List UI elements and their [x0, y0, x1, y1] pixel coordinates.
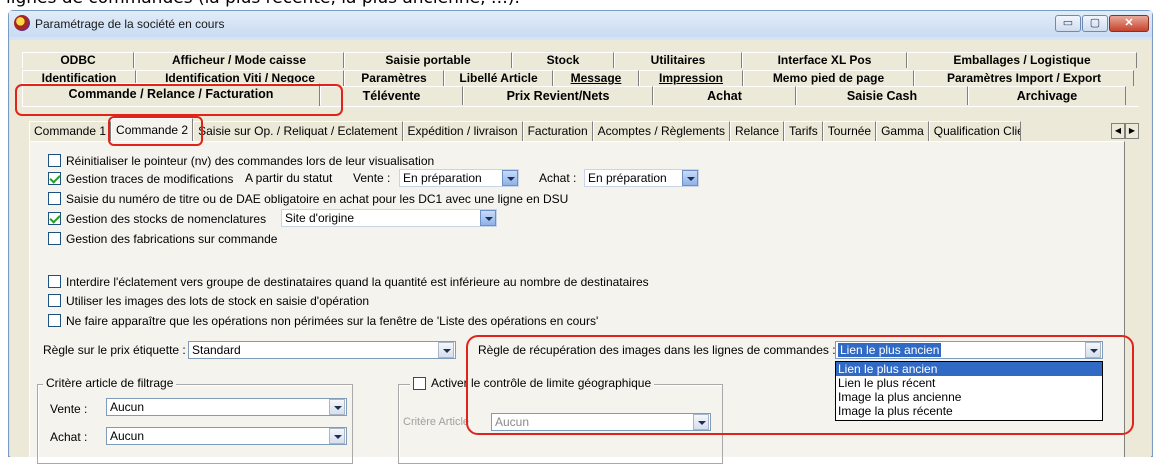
tab-acomptes[interactable]: Acomptes / Règlements [592, 121, 731, 141]
filtrage-vente-combo[interactable]: Aucun [106, 398, 347, 416]
minimize-button[interactable]: ▭ [1055, 15, 1081, 32]
tab-archivage[interactable]: Archivage [968, 86, 1126, 105]
gestion-traces-label: Gestion traces de modifications [66, 171, 234, 186]
tab-message[interactable]: Message [553, 70, 639, 86]
limite-geo-checkbox[interactable] [413, 376, 426, 390]
tab-impression[interactable]: Impression [639, 70, 743, 86]
critere-article-label: Critère Article [403, 416, 470, 428]
highlight-recuperation-images [466, 335, 1134, 435]
stocks-nomenclatures-label: Gestion des stocks de nomenclatures [66, 211, 267, 226]
tab-emballages[interactable]: Emballages / Logistique [907, 52, 1137, 68]
filtrage-vente-label: Vente : [50, 402, 88, 416]
tab-parametres[interactable]: Paramètres [344, 70, 444, 86]
interdire-eclatement-label: Interdire l'éclatement vers groupe de de… [66, 274, 649, 289]
app-logo-icon [14, 15, 30, 31]
top-caption: lignes de commandes (la plus récente, la… [6, 0, 906, 8]
operations-non-perimees-label: Ne faire apparaître que les opérations n… [66, 313, 599, 328]
vente-statut-label: Vente : [353, 171, 391, 185]
gestion-traces-row[interactable]: Gestion traces de modifications [48, 171, 233, 186]
tab-parametres-import-export[interactable]: Paramètres Import / Export [914, 70, 1134, 86]
vente-statut-dropdown-icon[interactable] [502, 170, 518, 186]
tab-saisie-op[interactable]: Saisie sur Op. / Reliquat / Eclatement [193, 121, 403, 141]
a-partir-statut-label: A partir du statut [245, 171, 333, 185]
tab-prix-revient[interactable]: Prix Revient/Nets [463, 86, 653, 105]
stocks-nomenclatures-row[interactable]: Gestion des stocks de nomenclatures [48, 211, 266, 226]
tab-libelle-article[interactable]: Libellé Article [444, 70, 553, 86]
filtrage-vente-dropdown-icon[interactable] [329, 399, 345, 415]
saisie-titre-checkbox[interactable] [48, 192, 61, 205]
gestion-traces-checkbox[interactable] [48, 172, 61, 185]
tab-expedition[interactable]: Expédition / livraison [402, 121, 523, 141]
tab-odbc[interactable]: ODBC [22, 52, 134, 68]
images-lots-label: Utiliser les images des lots de stock en… [66, 293, 370, 308]
operations-non-perimees-row[interactable]: Ne faire apparaître que les opérations n… [48, 313, 598, 328]
images-lots-checkbox[interactable] [48, 294, 61, 307]
tab-stock[interactable]: Stock [512, 52, 614, 68]
fabrications-label: Gestion des fabrications sur commande [66, 231, 278, 246]
tab-scroll-arrows: ◀ ▶ [1111, 123, 1139, 139]
operations-non-perimees-checkbox[interactable] [48, 314, 61, 327]
prix-etiquette-label: Règle sur le prix étiquette : [43, 343, 186, 357]
tab-gamma[interactable]: Gamma [876, 121, 929, 141]
vente-statut-combo[interactable]: En préparation [399, 169, 519, 187]
achat-statut-dropdown-icon[interactable] [682, 170, 698, 186]
tab-relance[interactable]: Relance [730, 121, 785, 141]
filtrage-achat-label: Achat : [50, 430, 88, 444]
window-title: Paramétrage de la société en cours [35, 17, 225, 31]
tab-row-1: ODBC Afficheur / Mode caisse Saisie port… [22, 52, 1137, 68]
stocks-nomenclatures-dropdown-icon[interactable] [480, 210, 496, 226]
tab-saisie-cash[interactable]: Saisie Cash [796, 86, 968, 105]
tab-saisie-portable[interactable]: Saisie portable [344, 52, 512, 68]
reinit-pointeur-row[interactable]: Réinitialiser le pointeur (nv) des comma… [48, 153, 434, 168]
reinit-pointeur-label: Réinitialiser le pointeur (nv) des comma… [66, 153, 435, 168]
reinit-pointeur-checkbox[interactable] [48, 154, 61, 167]
tab-tournee[interactable]: Tournée [822, 121, 877, 141]
maximize-button[interactable]: ▢ [1082, 15, 1108, 32]
highlight-commande-2-tab [108, 116, 203, 146]
tab-qualification-client[interactable]: Qualification Client / [928, 121, 1021, 141]
fabrications-row[interactable]: Gestion des fabrications sur commande [48, 231, 277, 246]
stocks-nomenclatures-combo[interactable]: Site d'origine [281, 209, 497, 227]
filtrage-achat-dropdown-icon[interactable] [329, 428, 345, 444]
tab-scroll-left-icon[interactable]: ◀ [1111, 123, 1125, 139]
tab-tarifs[interactable]: Tarifs [784, 121, 823, 141]
tab-scroll-right-icon[interactable]: ▶ [1125, 123, 1139, 139]
close-button[interactable]: ✕ [1109, 15, 1149, 32]
tab-commande-1[interactable]: Commande 1 [29, 121, 112, 141]
tab-facturation[interactable]: Facturation [522, 121, 593, 141]
tab-utilitaires[interactable]: Utilitaires [614, 52, 742, 68]
filtrage-achat-combo[interactable]: Aucun [106, 427, 347, 445]
filtrage-groupbox [37, 384, 353, 464]
tab-afficheur[interactable]: Afficheur / Mode caisse [134, 52, 344, 68]
prix-etiquette-dropdown-icon[interactable] [438, 342, 454, 358]
images-lots-row[interactable]: Utiliser les images des lots de stock en… [48, 293, 369, 308]
interdire-eclatement-row[interactable]: Interdire l'éclatement vers groupe de de… [48, 274, 649, 289]
tab-memo-pied-page[interactable]: Memo pied de page [743, 70, 914, 86]
fabrications-checkbox[interactable] [48, 232, 61, 245]
saisie-titre-row[interactable]: Saisie du numéro de titre ou de DAE obli… [48, 191, 568, 206]
prix-etiquette-combo[interactable]: Standard [188, 341, 456, 359]
tab-achat[interactable]: Achat [653, 86, 796, 105]
saisie-titre-label: Saisie du numéro de titre ou de DAE obli… [66, 191, 569, 206]
highlight-commande-tab [15, 84, 343, 116]
interdire-eclatement-checkbox[interactable] [48, 275, 61, 288]
tab-interface-xl-pos[interactable]: Interface XL Pos [742, 52, 907, 68]
achat-statut-label: Achat : [539, 171, 577, 185]
filtrage-title: Critère article de filtrage [43, 376, 177, 390]
stocks-nomenclatures-checkbox[interactable] [48, 212, 61, 225]
